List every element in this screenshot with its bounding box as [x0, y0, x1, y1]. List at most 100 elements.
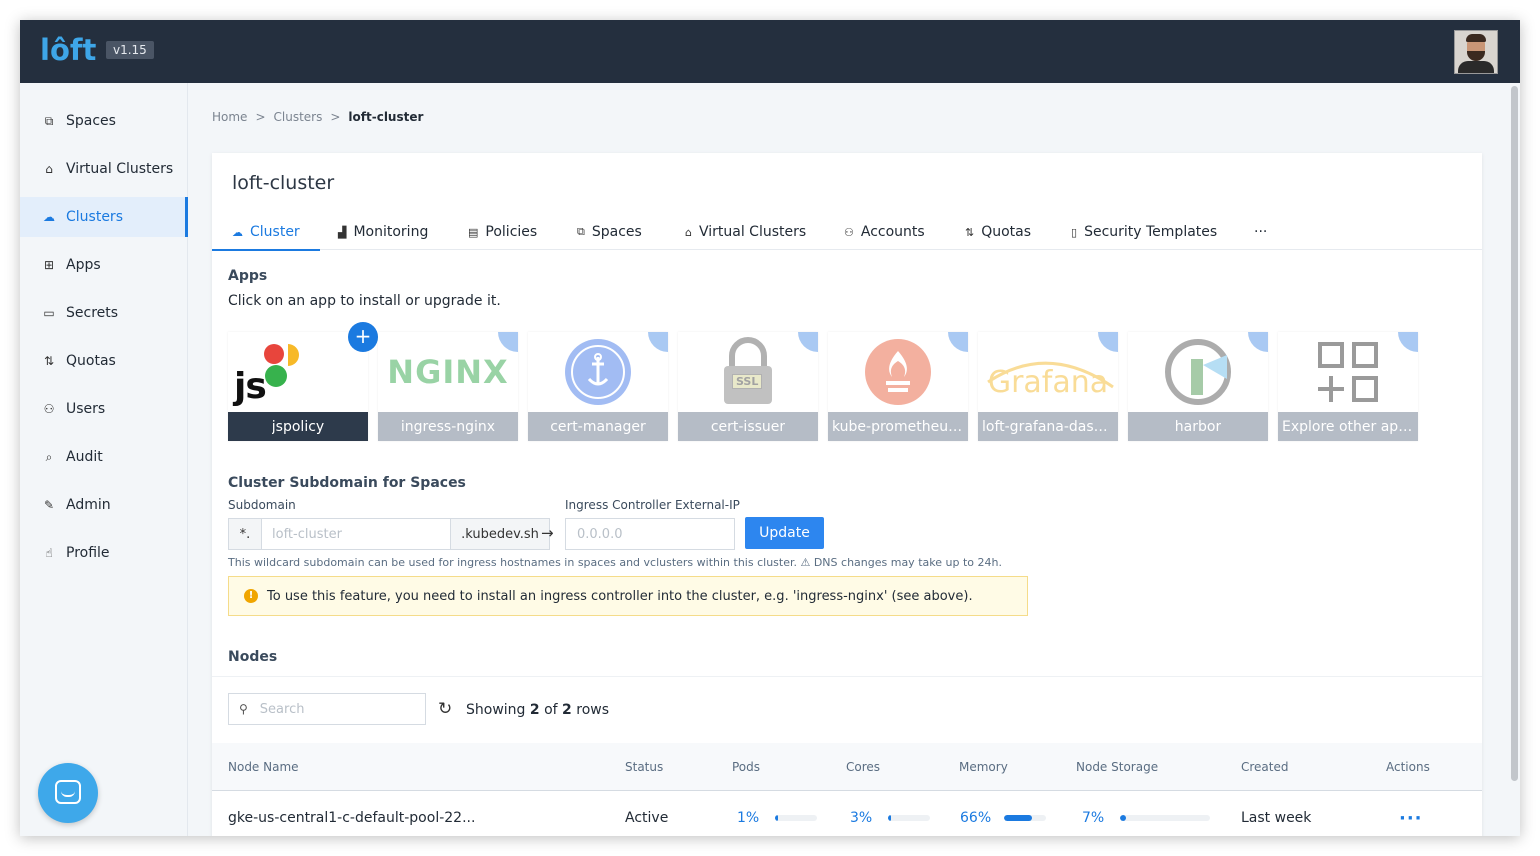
grafana-logo: Grafana — [978, 332, 1118, 412]
arrow-right-icon: → — [541, 524, 554, 542]
tab-label: Virtual Clusters — [698, 224, 807, 240]
tab-label: Monitoring — [353, 224, 429, 240]
sidebar-item-apps[interactable]: ⊞ Apps — [20, 245, 187, 285]
breadcrumb-home[interactable]: Home — [212, 110, 247, 124]
spaces-icon: ⧉ — [44, 113, 54, 128]
column-node-name[interactable]: Node Name — [228, 743, 299, 790]
chat-button[interactable] — [38, 763, 98, 823]
node-name[interactable]: gke-us-central1-c-default-pool-22... — [228, 790, 475, 836]
sidebar-item-label: Quotas — [66, 353, 116, 369]
node-status: Active — [625, 810, 669, 826]
apps-grid-icon — [1278, 332, 1418, 412]
app-label: harbor — [1128, 412, 1268, 441]
memory-usage: 66% — [960, 790, 1046, 836]
chart-icon: ▟ — [338, 225, 347, 239]
nginx-logo-text: NGINX — [387, 353, 509, 391]
app-card-ingress-nginx[interactable]: NGINX ingress-nginx — [378, 332, 518, 441]
apps-subtitle: Click on an app to install or upgrade it… — [228, 293, 501, 309]
sidebar-item-virtual-clusters[interactable]: ⌂ Virtual Clusters — [20, 149, 187, 189]
app-label: kube-prometheus... — [828, 412, 968, 441]
user-avatar[interactable] — [1454, 30, 1498, 74]
refresh-icon[interactable]: ↻ — [438, 699, 452, 719]
cloud-icon: ☁ — [43, 210, 55, 224]
app-card-harbor[interactable]: harbor — [1128, 332, 1268, 441]
app-card-cert-manager[interactable]: cert-manager — [528, 332, 668, 441]
template-icon: ▯ — [1071, 225, 1078, 239]
sidebar-item-label: Audit — [66, 449, 103, 465]
column-node-storage[interactable]: Node Storage — [1076, 743, 1158, 790]
sidebar-item-secrets[interactable]: ▭ Secrets — [20, 293, 187, 333]
app-card-cert-issuer[interactable]: SSL cert-issuer — [678, 332, 818, 441]
column-cores[interactable]: Cores — [846, 743, 880, 790]
tab-label: Spaces — [591, 224, 642, 240]
more-tabs-button[interactable]: ··· — [1254, 215, 1267, 249]
app-card-jspolicy[interactable]: jsolicy jspolicy + — [228, 322, 378, 441]
cluster-card: loft-cluster ☁ Cluster ▟ Monitoring ▤ Po… — [212, 153, 1482, 836]
top-bar: lôft v1.15 — [20, 20, 1520, 83]
app-card-explore-other-apps[interactable]: Explore other app... — [1278, 332, 1418, 441]
user-icon: ⚇ — [43, 402, 55, 416]
pods-bar-fill — [775, 815, 778, 821]
loft-logo[interactable]: lôft — [40, 32, 96, 68]
tab-spaces[interactable]: ⧉ Spaces — [577, 215, 642, 249]
breadcrumb-clusters[interactable]: Clusters — [274, 110, 323, 124]
tab-security-templates[interactable]: ▯ Security Templates — [1071, 215, 1217, 249]
table-row[interactable]: gke-us-central1-c-default-pool-22... Act… — [212, 790, 1482, 836]
cloud-icon: ☁ — [232, 225, 243, 239]
cores-percent: 3% — [850, 810, 873, 826]
app-label: ingress-nginx — [378, 412, 518, 441]
tab-bar: ☁ Cluster ▟ Monitoring ▤ Policies ⧉ Spac… — [212, 215, 1482, 251]
sidebar-item-clusters[interactable]: ☁ Clusters — [20, 197, 188, 237]
tab-cluster[interactable]: ☁ Cluster — [212, 215, 320, 251]
warning-icon: ! — [244, 589, 258, 603]
sidebar-item-spaces[interactable]: ⧉ Spaces — [20, 101, 187, 141]
scrollbar[interactable] — [1511, 86, 1518, 781]
total-count: 2 — [562, 702, 572, 718]
column-created[interactable]: Created — [1241, 743, 1289, 790]
app-label: cert-manager — [528, 412, 668, 441]
sidebar-item-label: Virtual Clusters — [66, 161, 174, 177]
nodes-table-header: Node Name Status Pods Cores Memory Node … — [212, 743, 1482, 791]
update-button[interactable]: Update — [745, 517, 824, 549]
nodes-title: Nodes — [228, 649, 278, 665]
tab-accounts[interactable]: ⚇ Accounts — [844, 215, 925, 249]
breadcrumb: Home > Clusters > loft-cluster — [212, 110, 429, 124]
sidebar-item-label: Secrets — [66, 305, 119, 321]
sidebar-item-label: Users — [66, 401, 106, 417]
sidebar-item-users[interactable]: ⚇ Users — [20, 389, 187, 429]
accounts-icon: ⚇ — [844, 225, 854, 239]
sidebar-item-label: Admin — [66, 497, 111, 513]
add-icon[interactable]: + — [348, 322, 378, 352]
prometheus-logo — [828, 332, 968, 412]
search-icon: ⌕ — [45, 449, 53, 464]
app-card-kube-prometheus[interactable]: kube-prometheus... — [828, 332, 968, 441]
sidebar-item-admin[interactable]: ✎ Admin — [20, 485, 187, 525]
tab-monitoring[interactable]: ▟ Monitoring — [338, 215, 428, 249]
subdomain-suffix: .kubedev.sh — [450, 519, 549, 549]
virtual-clusters-icon: ⌂ — [685, 225, 692, 239]
sidebar-item-quotas[interactable]: ⇅ Quotas — [20, 341, 187, 381]
app-card-loft-grafana[interactable]: Grafana loft-grafana-dash... — [978, 332, 1118, 441]
jspolicy-logo-js: js — [234, 366, 267, 407]
more-actions-icon[interactable]: ··· — [1399, 790, 1423, 836]
column-memory[interactable]: Memory — [959, 743, 1008, 790]
showing-label: Showing — [466, 702, 526, 718]
column-pods[interactable]: Pods — [732, 743, 760, 790]
subdomain-input[interactable] — [262, 519, 450, 549]
ip-label: Ingress Controller External-IP — [565, 498, 740, 512]
cores-usage: 3% — [850, 790, 930, 836]
external-ip-input[interactable] — [565, 518, 735, 550]
tab-virtual-clusters[interactable]: ⌂ Virtual Clusters — [685, 215, 806, 249]
profile-icon: ☝ — [45, 546, 53, 560]
nodes-search-input[interactable] — [257, 700, 412, 718]
ingress-warning: ! To use this feature, you need to insta… — [228, 576, 1028, 616]
sidebar-item-audit[interactable]: ⌕ Audit — [20, 437, 187, 477]
tab-policies[interactable]: ▤ Policies — [468, 215, 537, 249]
sidebar-item-label: Profile — [66, 545, 110, 561]
nodes-search: ⚲ — [228, 693, 426, 725]
tab-quotas[interactable]: ⇅ Quotas — [965, 215, 1031, 249]
column-status[interactable]: Status — [625, 743, 663, 790]
subdomain-hint: This wildcard subdomain can be used for … — [228, 556, 1002, 569]
rows-label: rows — [576, 702, 610, 718]
sidebar-item-profile[interactable]: ☝ Profile — [20, 533, 187, 573]
